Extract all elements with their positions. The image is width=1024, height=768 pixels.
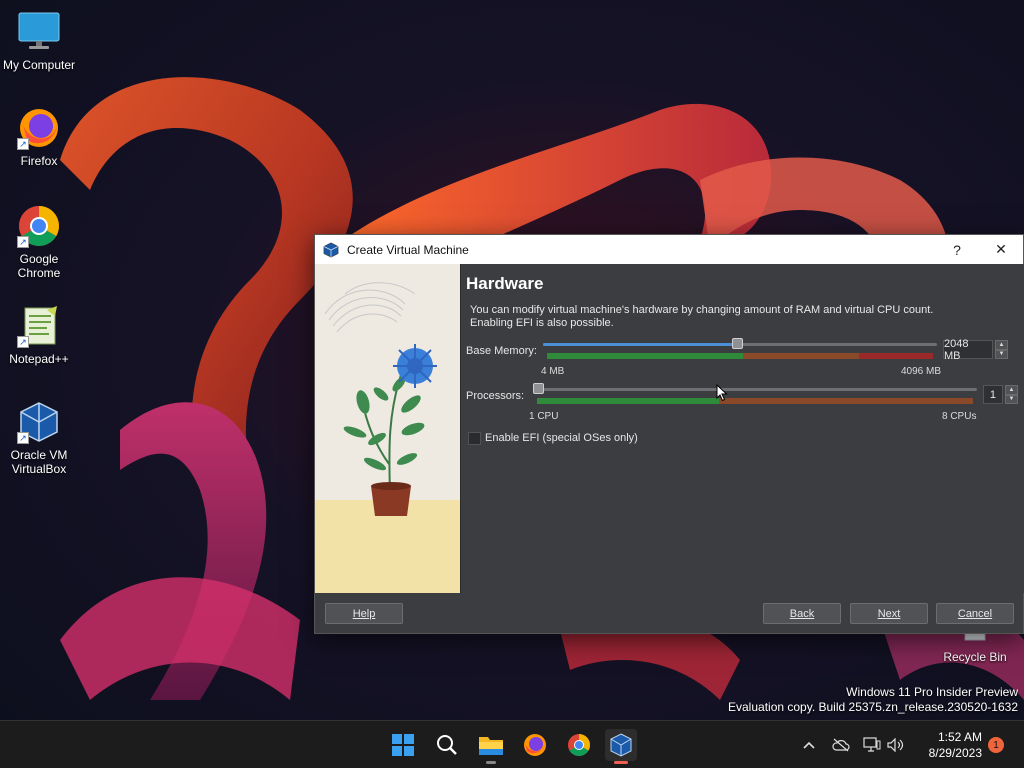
description-line: Enabling EFI is also possible. (470, 317, 614, 329)
virtualbox-icon (323, 242, 339, 257)
watermark-line: Evaluation copy. Build 25375.zn_release.… (728, 700, 1018, 714)
wizard-illustration (315, 264, 461, 593)
base-memory-slider[interactable] (543, 338, 937, 362)
desktop-icon-notepadpp[interactable]: ↗ Notepad++ (0, 304, 78, 366)
monitor-icon (17, 10, 61, 54)
processors-value: 1 (989, 388, 996, 401)
taskbar: 1:52 AM 8/29/2023 1 (0, 720, 1024, 768)
slider-track (533, 388, 977, 391)
cpu-max-label: 8 CPUs (942, 411, 977, 422)
base-memory-spinbox[interactable]: 2048 MB (943, 337, 993, 362)
running-indicator (486, 761, 496, 764)
virtualbox-taskbar-button[interactable] (605, 729, 637, 764)
start-button[interactable] (387, 729, 419, 761)
chevron-up-icon[interactable]: ▲ (1005, 385, 1018, 395)
processors-label: Processors: (466, 390, 525, 402)
desktop-icon-virtualbox[interactable]: ↗ Oracle VM VirtualBox (0, 400, 78, 476)
chevron-down-icon[interactable]: ▼ (995, 349, 1008, 359)
firefox-icon (524, 734, 546, 756)
processors-spinbox[interactable]: 1 (983, 385, 1003, 404)
cancel-button-label: Cancel (957, 607, 993, 620)
memory-danger-zone (859, 353, 933, 359)
chevron-up-icon[interactable]: ▲ (995, 340, 1008, 350)
dialog-footer: Help Back Next Cancel (315, 593, 1023, 633)
desktop-icon-label: Notepad++ (9, 352, 69, 366)
onedrive-offline-icon[interactable] (831, 735, 851, 755)
cpu-min-label: 1 CPU (529, 411, 559, 422)
processors-slider[interactable] (533, 383, 977, 407)
shortcut-arrow-icon: ↗ (17, 236, 29, 248)
notepadpp-icon: ↗ (17, 304, 61, 348)
enable-efi-checkbox[interactable] (468, 432, 481, 445)
clock-time: 1:52 AM (937, 730, 982, 744)
search-button[interactable] (431, 729, 463, 761)
chrome-icon (568, 734, 590, 756)
base-memory-slider-thumb[interactable] (732, 338, 743, 349)
desktop-icon-my-computer[interactable]: My Computer (0, 10, 78, 72)
search-icon (437, 735, 457, 755)
shortcut-arrow-icon: ↗ (17, 138, 29, 150)
back-button[interactable]: Back (763, 603, 841, 624)
virtualbox-icon (610, 733, 632, 757)
shortcut-arrow-icon: ↗ (17, 432, 29, 444)
memory-warn-zone (743, 353, 859, 359)
slider-fill (543, 343, 741, 346)
system-clock[interactable]: 1:52 AM 8/29/2023 (912, 729, 982, 761)
help-icon[interactable]: ? (935, 235, 979, 264)
memory-min-label: 4 MB (541, 366, 565, 377)
windows-logo-icon (392, 734, 414, 756)
active-indicator (614, 761, 628, 764)
file-explorer-button[interactable] (475, 729, 507, 764)
firefox-icon: ↗ (17, 106, 61, 150)
desktop-icon-chrome[interactable]: ↗ Google Chrome (0, 204, 78, 280)
memory-safe-zone (547, 353, 743, 359)
desktop-icon-label: Firefox (20, 154, 58, 168)
page-title: Hardware (466, 274, 544, 293)
close-icon[interactable]: ✕ (979, 235, 1023, 264)
help-button-label: Help (352, 607, 376, 620)
desktop-icon-label: Google Chrome (17, 252, 61, 280)
chevron-up-icon[interactable] (799, 735, 819, 755)
desktop-icon-label: Oracle VM VirtualBox (10, 448, 68, 476)
base-memory-value: 2048 MB (944, 337, 969, 362)
desktop-icon-firefox[interactable]: ↗ Firefox (0, 106, 78, 168)
network-icon[interactable] (862, 735, 882, 755)
back-button-label: Back (789, 607, 815, 620)
folder-icon (479, 737, 503, 755)
page-description: You can modify virtual machine's hardwar… (470, 304, 990, 330)
virtualbox-icon: ↗ (17, 400, 61, 444)
firefox-taskbar-button[interactable] (519, 729, 551, 761)
windows-evaluation-watermark: Windows 11 Pro Insider Preview Evaluatio… (728, 685, 1018, 715)
create-vm-dialog: Create Virtual Machine ? ✕ Hardware You … (314, 234, 1024, 634)
watermark-line: Windows 11 Pro Insider Preview (846, 685, 1018, 699)
base-memory-label: Base Memory: (466, 345, 537, 357)
dialog-title: Create Virtual Machine (347, 242, 469, 257)
base-memory-spin-arrows[interactable]: ▲ ▼ (995, 340, 1008, 359)
cancel-button[interactable]: Cancel (936, 603, 1014, 624)
dialog-titlebar[interactable]: Create Virtual Machine ? ✕ (315, 235, 1023, 264)
description-line: You can modify virtual machine's hardwar… (470, 304, 934, 316)
notification-badge[interactable]: 1 (988, 737, 1004, 753)
help-button[interactable]: Help (325, 603, 403, 624)
chevron-down-icon[interactable]: ▼ (1005, 394, 1018, 404)
enable-efi-label[interactable]: Enable EFI (special OSes only) (485, 432, 638, 444)
processors-spin-arrows[interactable]: ▲ ▼ (1005, 385, 1018, 404)
mouse-cursor-icon (716, 384, 728, 402)
volume-icon[interactable] (886, 735, 906, 755)
desktop-icon-label: Recycle Bin (943, 650, 1007, 664)
shortcut-arrow-icon: ↗ (17, 336, 29, 348)
chrome-icon: ↗ (17, 204, 61, 248)
next-button-label: Next (877, 607, 901, 620)
wizard-page-hardware: Hardware You can modify virtual machine'… (461, 264, 1024, 593)
chrome-taskbar-button[interactable] (563, 729, 595, 761)
next-button[interactable]: Next (850, 603, 928, 624)
desktop-icon-label: My Computer (2, 58, 76, 72)
processors-slider-thumb[interactable] (533, 383, 544, 394)
memory-max-label: 4096 MB (901, 366, 942, 377)
clock-date: 8/29/2023 (928, 746, 982, 760)
cpu-warn-zone (719, 398, 973, 404)
cpu-safe-zone (537, 398, 719, 404)
